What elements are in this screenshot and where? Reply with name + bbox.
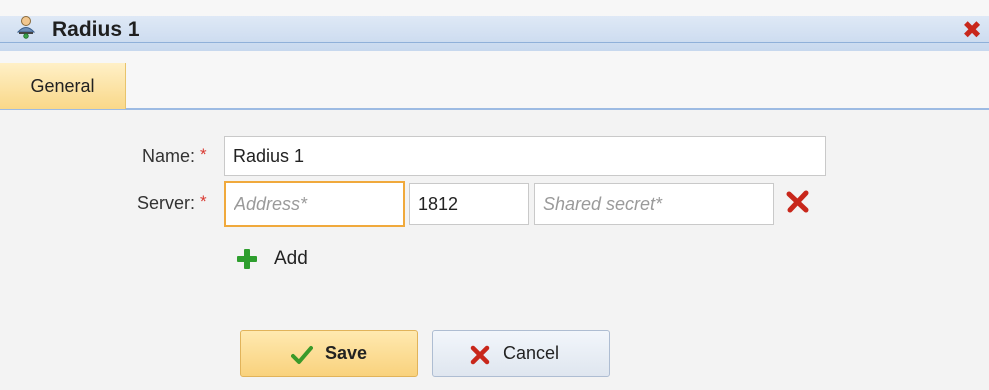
remove-server-icon[interactable] [784, 188, 812, 216]
server-port-input[interactable] [409, 183, 529, 225]
checkmark-icon [291, 346, 313, 364]
name-label: Name: [141, 146, 195, 166]
plus-icon [237, 249, 257, 269]
name-field[interactable] [224, 136, 826, 176]
add-server-button[interactable]: Add [232, 246, 332, 276]
window-title: Radius 1 [52, 18, 140, 41]
x-icon [470, 345, 490, 365]
window-titlebar [0, 0, 989, 57]
server-label: Server: [136, 193, 195, 213]
name-required-mark: * [200, 145, 207, 164]
cancel-button[interactable]: Cancel [432, 330, 610, 377]
shared-secret-input[interactable] [534, 183, 774, 225]
server-address-input[interactable] [224, 181, 405, 227]
titlebar-band [0, 16, 989, 51]
tab-bar [0, 57, 989, 109]
save-label: Save [325, 343, 368, 363]
server-required-mark: * [200, 192, 207, 211]
save-button[interactable]: Save [240, 330, 418, 377]
user-network-icon [16, 16, 36, 39]
add-label: Add [274, 248, 308, 269]
close-icon[interactable]: ✖ [962, 16, 989, 46]
cancel-label: Cancel [503, 343, 560, 363]
tab-general[interactable]: General [0, 63, 126, 109]
titlebar-divider [0, 42, 989, 43]
